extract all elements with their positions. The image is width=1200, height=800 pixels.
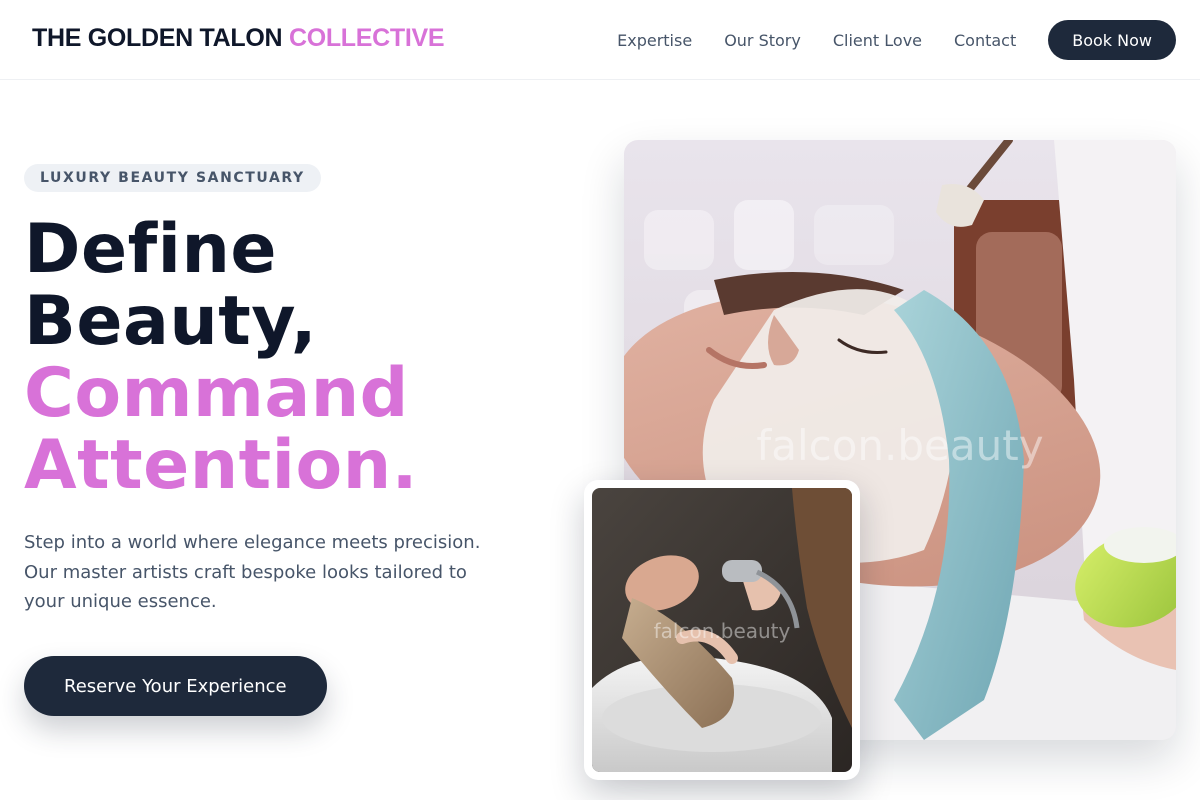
headline-line-4: Attention. <box>24 426 418 505</box>
nav-link-expertise[interactable]: Expertise <box>617 31 692 50</box>
brand-name-main: THE GOLDEN TALON <box>32 24 283 52</box>
brand-logo[interactable]: THE GOLDEN TALON COLLECTIVE <box>32 24 445 53</box>
main-nav: Expertise Our Story Client Love Contact … <box>617 20 1176 60</box>
reserve-experience-button[interactable]: Reserve Your Experience <box>24 656 327 716</box>
book-now-button[interactable]: Book Now <box>1048 20 1176 60</box>
headline-line-2: Beauty, <box>24 282 318 361</box>
brand-name-accent: COLLECTIVE <box>288 24 445 52</box>
nav-link-contact[interactable]: Contact <box>954 31 1016 50</box>
headline-line-3: Command <box>24 354 409 433</box>
hair-wash-photo-frame: falcon.beauty <box>584 480 860 780</box>
main-photo-watermark: falcon.beauty <box>756 421 1043 470</box>
inset-photo-watermark: falcon.beauty <box>654 619 791 643</box>
nav-link-client-love[interactable]: Client Love <box>833 31 922 50</box>
hair-wash-photo: falcon.beauty <box>592 488 852 772</box>
nav-link-our-story[interactable]: Our Story <box>724 31 801 50</box>
site-header: THE GOLDEN TALON COLLECTIVE Expertise Ou… <box>0 0 1200 80</box>
headline-line-1: Define <box>24 210 277 289</box>
hero-badge: LUXURY BEAUTY SANCTUARY <box>24 164 321 192</box>
hero-headline: Define Beauty, Command Attention. <box>24 214 418 502</box>
hero-description: Step into a world where elegance meets p… <box>24 532 481 612</box>
